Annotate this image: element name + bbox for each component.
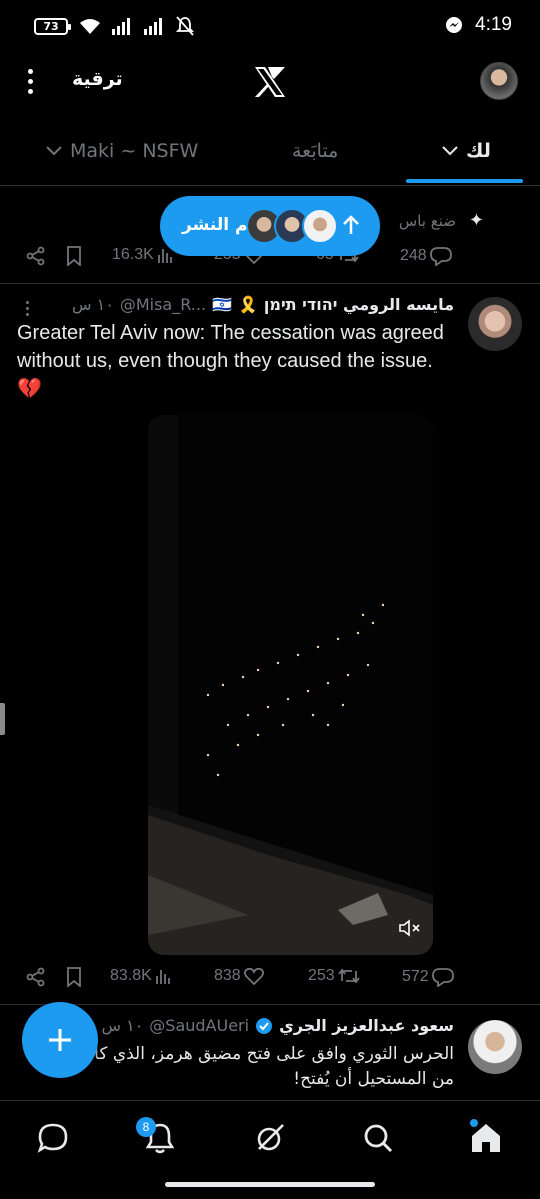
ribbon-emoji: 🎗️ — [237, 295, 258, 314]
avatar[interactable] — [468, 297, 522, 351]
signal-icon — [112, 18, 130, 35]
tweet-header: ١٠ س @SaudAUeri سعود عبدالعزيز الجري — [101, 1016, 454, 1035]
tweet-card[interactable]: ١٠ س @Misa_R... 🇮🇱 🎗️ مايسه الرومي יהודי… — [0, 285, 540, 1005]
flag-emoji: 🇮🇱 — [212, 295, 232, 314]
chevron-down-icon — [442, 146, 458, 156]
replies-count: 248 — [400, 247, 427, 264]
tweet-time: ١٠ س — [72, 295, 114, 314]
mute-icon — [176, 16, 194, 36]
tweet-text: Greater Tel Aviv now: The cessation was … — [17, 322, 444, 400]
verified-badge-icon — [256, 1017, 273, 1034]
search-icon[interactable] — [361, 1121, 395, 1155]
tweet-handle[interactable]: @Misa_R... — [120, 295, 206, 314]
share-button[interactable] — [26, 967, 46, 987]
active-tab-indicator — [406, 179, 523, 183]
video-frame — [148, 415, 433, 955]
wifi-icon — [80, 19, 100, 34]
views-count: 83.8K — [110, 967, 152, 984]
reply-button[interactable]: 572 — [402, 967, 454, 987]
bookmark-button[interactable] — [66, 967, 82, 987]
tweet-handle[interactable]: @SaudAUeri — [149, 1016, 249, 1035]
edge-handle[interactable] — [0, 703, 5, 735]
tab-following[interactable]: متابَعة — [292, 140, 338, 162]
share-icon — [26, 246, 45, 266]
arrow-up-icon — [343, 215, 359, 234]
repost-button[interactable]: 253 — [308, 967, 360, 985]
tab-label: لك — [466, 140, 491, 162]
tab-for-you[interactable]: لك — [442, 140, 491, 162]
compose-button[interactable] — [22, 1002, 98, 1078]
top-header: ترقية — [0, 52, 540, 114]
share-icon — [26, 967, 45, 987]
chat-icon[interactable] — [36, 1121, 70, 1155]
grok-icon[interactable] — [253, 1121, 287, 1155]
plus-icon — [49, 1029, 71, 1051]
tweet-more-icon[interactable] — [26, 301, 30, 319]
tweet-author-name[interactable]: سعود عبدالعزيز الجري — [279, 1016, 454, 1035]
messenger-icon — [446, 17, 463, 33]
tweet-time: ١٠ س — [101, 1016, 144, 1035]
clock: 4:19 — [475, 14, 512, 35]
like-button[interactable]: 838 — [214, 967, 264, 985]
posted-toast[interactable]: تم النشر — [160, 196, 380, 256]
replies-count: 572 — [402, 968, 429, 985]
signal-icon-2 — [144, 18, 162, 35]
views-button[interactable]: 83.8K — [110, 967, 171, 985]
bookmark-icon — [67, 967, 81, 987]
share-button[interactable] — [26, 246, 46, 266]
tab-label: Maki ~ NSFW — [70, 140, 199, 162]
more-options-icon[interactable] — [22, 66, 38, 98]
views-button[interactable]: 16.3K — [112, 246, 173, 264]
repost-icon — [337, 968, 360, 984]
tweet-author-name[interactable]: مايسه الرومي יהודי תימן — [264, 295, 454, 314]
battery-level: 73 — [43, 20, 59, 33]
bookmark-button[interactable] — [66, 246, 82, 266]
views-count: 16.3K — [112, 246, 154, 263]
social-context: ضنع باس — [398, 212, 456, 230]
likes-count: 838 — [214, 967, 241, 984]
reply-icon — [429, 247, 452, 266]
tab-label: متابَعة — [292, 140, 339, 162]
notifications-badge: 8 — [136, 1117, 156, 1137]
sparkle-icon: ✦ — [468, 210, 484, 231]
tweet-header: ١٠ س @Misa_R... 🇮🇱 🎗️ مايسه الرومي יהודי… — [72, 295, 454, 314]
reply-icon — [431, 968, 454, 987]
tweet-actions: 83.8K 838 253 572 — [0, 967, 540, 997]
profile-avatar[interactable] — [480, 62, 518, 100]
avatar — [302, 208, 338, 244]
volume-mute-icon[interactable] — [399, 919, 421, 937]
tweet-text: الحرس الثوري وافق على فتح مضيق هرمز، الذ… — [57, 1044, 454, 1089]
timeline-tabs: Maki ~ NSFW متابَعة لك — [0, 120, 540, 186]
bookmark-icon — [67, 246, 81, 266]
battery-icon: 73 — [34, 18, 71, 35]
status-bar: 73 4:19 — [0, 0, 540, 52]
reply-button[interactable]: 248 — [400, 246, 452, 266]
posted-avatars — [246, 208, 342, 244]
analytics-icon — [155, 970, 170, 984]
heart-icon — [243, 967, 264, 985]
gesture-bar[interactable] — [165, 1182, 375, 1187]
bottom-navigation: 8 — [0, 1100, 540, 1199]
x-logo-icon[interactable] — [253, 66, 287, 98]
reposts-count: 253 — [308, 967, 335, 984]
tab-list-maki[interactable]: Maki ~ NSFW — [46, 140, 198, 162]
tweet-video[interactable] — [148, 415, 433, 955]
upgrade-button[interactable]: ترقية — [72, 68, 123, 90]
home-icon[interactable] — [469, 1121, 503, 1155]
chevron-down-icon — [46, 146, 62, 156]
posted-label: تم النشر — [182, 215, 255, 235]
avatar[interactable] — [468, 1020, 522, 1074]
